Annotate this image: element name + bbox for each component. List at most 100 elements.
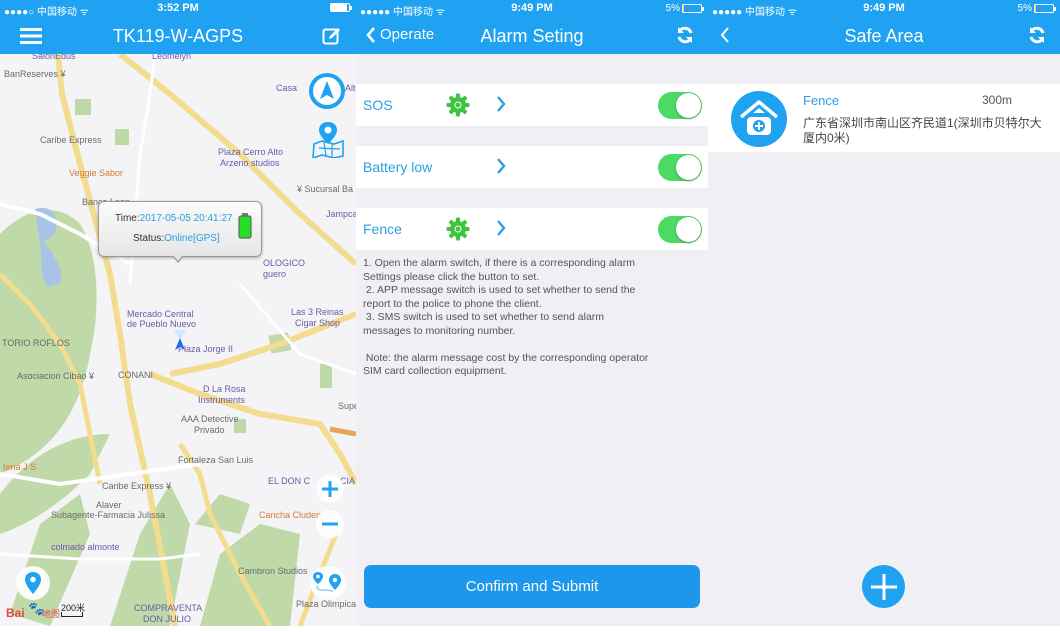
map-screen: ●●●●○ 中国移动 ᯤ 3:52 PM TK119-W-AGPS SalonE… — [0, 0, 356, 632]
setting-row-fence[interactable]: Fence — [356, 208, 708, 250]
map-poi[interactable]: Arzeno studios — [220, 158, 280, 169]
map-poi[interactable]: Las 3 Reinas — [291, 307, 344, 318]
map-scale-bar — [61, 612, 83, 617]
nav-bar: Operate Alarm Seting — [356, 18, 708, 54]
map-poi[interactable]: Leomelyn — [152, 54, 191, 62]
safe-area-screen: ●●●●● 中国移动 ᯤ 9:49 PM 5% Safe Area Fence … — [708, 0, 1060, 632]
page-title: Safe Area — [844, 26, 924, 46]
map-poi[interactable]: de Pueblo Nuevo — [127, 319, 196, 330]
nav-bar: Safe Area — [708, 18, 1060, 54]
map-poi[interactable]: teria J S — [3, 462, 36, 473]
toggle-knob — [676, 93, 701, 118]
detail-chevron-button[interactable] — [496, 220, 506, 241]
detail-chevron-button[interactable] — [496, 96, 506, 117]
battery-low-toggle[interactable] — [658, 154, 702, 181]
sos-toggle[interactable] — [658, 92, 702, 119]
edit-icon — [322, 28, 340, 45]
bottom-strip — [356, 626, 708, 632]
popup-time-label: Time: — [115, 213, 140, 224]
map-poi[interactable]: Instruments — [198, 395, 245, 406]
map-poi[interactable]: EL DON C — [268, 476, 310, 487]
map-poi[interactable]: Caribe Express ¥ — [102, 481, 171, 492]
map-poi[interactable]: TORIO ROFLOS — [2, 338, 70, 349]
my-location-button[interactable] — [16, 566, 50, 600]
refresh-button[interactable] — [676, 26, 694, 49]
map-poi[interactable]: colmado almonte — [51, 542, 120, 553]
map-poi[interactable]: Cambron Studios — [238, 566, 308, 577]
refresh-icon — [677, 26, 693, 44]
map-poi[interactable]: OLOGICO — [263, 258, 305, 269]
fence-list-item[interactable]: Fence 300m 广东省深圳市南山区齐民道1(深圳市贝特尔大厦内0米) — [708, 84, 1060, 152]
zoom-in-button[interactable] — [316, 475, 344, 503]
map-poi[interactable]: Plaza Cerro Alto — [218, 147, 283, 158]
page-title: TK119-W-AGPS — [112, 26, 244, 46]
zoom-out-button[interactable] — [316, 510, 344, 538]
map-poi[interactable]: CONANI — [118, 370, 153, 381]
map-poi[interactable]: ¥ Sucursal Ba — [297, 184, 353, 195]
gear-icon — [446, 93, 470, 117]
map-poi[interactable]: Plaza Olimpica — [296, 599, 356, 610]
confirm-submit-button[interactable]: Confirm and Submit — [364, 565, 700, 608]
status-bar: ●●●●○ 中国移动 ᯤ 3:52 PM — [0, 0, 356, 18]
device-battery-icon — [238, 213, 252, 239]
refresh-button[interactable] — [1028, 26, 1046, 49]
chevron-right-icon — [497, 96, 506, 112]
add-fence-button[interactable] — [862, 565, 905, 608]
map-poi[interactable]: COMPRAVENTA — [134, 603, 202, 614]
fence-avatar — [731, 91, 787, 147]
map-poi[interactable]: Alt — [345, 83, 356, 94]
detail-chevron-button[interactable] — [496, 158, 506, 179]
map-poi[interactable]: Asociacion Cibao ¥ — [17, 371, 94, 382]
navigation-arrow-icon — [309, 73, 345, 109]
battery-percent: 5% — [1017, 3, 1032, 14]
map-poi[interactable]: Veggie Sabor — [69, 168, 123, 179]
map-poi[interactable]: AAA Detective — [181, 414, 239, 425]
setting-row-sos[interactable]: SOS — [356, 84, 708, 126]
toggle-knob — [676, 155, 701, 180]
map-poi[interactable]: Cancha Cluden — [259, 510, 321, 521]
map-poi[interactable]: Fortaleza San Luis — [178, 455, 253, 466]
page-title: Alarm Seting — [480, 26, 584, 46]
battery-indicator: 5% — [666, 3, 704, 14]
minus-icon — [322, 522, 338, 526]
map-poi[interactable]: BanReserves ¥ — [4, 69, 66, 80]
map-poi[interactable]: Jampca — [326, 209, 356, 220]
map-view[interactable]: SalonEdus Leomelyn BanReserves ¥ Casa Al… — [0, 54, 356, 626]
map-poi[interactable]: guero — [263, 269, 286, 280]
map-poi[interactable]: Supe — [338, 401, 356, 412]
popup-status-label: Status: — [133, 233, 165, 244]
map-poi[interactable]: Caribe Express — [40, 135, 102, 146]
navigation-mode-button[interactable] — [308, 72, 346, 110]
popup-time-row: Time:2017-05-05 20:41:27 — [115, 213, 233, 224]
track-route-button[interactable] — [310, 566, 346, 600]
fence-toggle[interactable] — [658, 216, 702, 243]
map-poi[interactable]: Subagente-Farmacia Julissa — [51, 510, 165, 521]
location-pin-icon — [25, 572, 41, 594]
baidu-logo-suffix: 地图 — [42, 609, 61, 619]
status-time: 9:49 PM — [863, 2, 905, 14]
map-poi[interactable]: Casa — [276, 83, 297, 94]
map-poi[interactable]: D La Rosa — [203, 384, 246, 395]
map-poi[interactable]: Privado — [194, 425, 225, 436]
route-icon — [313, 572, 341, 592]
chevron-right-icon — [497, 220, 506, 236]
device-info-popup[interactable]: Time:2017-05-05 20:41:27 Status:Online[G… — [98, 201, 262, 257]
baidu-logo: Bai — [6, 606, 25, 620]
settings-gear-button[interactable] — [446, 217, 470, 246]
alarm-instructions: 1. Open the alarm switch, if there is a … — [363, 257, 649, 377]
safe-house-icon — [739, 100, 779, 135]
edit-button[interactable] — [322, 26, 342, 51]
map-poi[interactable]: SalonEdus — [32, 54, 76, 62]
status-time: 9:49 PM — [511, 2, 553, 14]
fence-name: Fence — [803, 93, 840, 108]
map-pin-icon — [312, 122, 344, 158]
status-bar: ●●●●● 中国移动 ᯤ 9:49 PM 5% — [356, 0, 708, 18]
device-location-marker[interactable] — [170, 330, 190, 354]
status-bar: ●●●●● 中国移动 ᯤ 9:49 PM 5% — [708, 0, 1060, 18]
map-poi[interactable]: DON JULIO — [143, 614, 191, 625]
settings-gear-button[interactable] — [446, 93, 470, 122]
setting-row-battery-low[interactable]: Battery low — [356, 146, 708, 188]
map-location-button[interactable] — [310, 118, 346, 158]
setting-label: SOS — [363, 97, 393, 113]
map-poi[interactable]: Cigar Shop — [295, 318, 340, 329]
